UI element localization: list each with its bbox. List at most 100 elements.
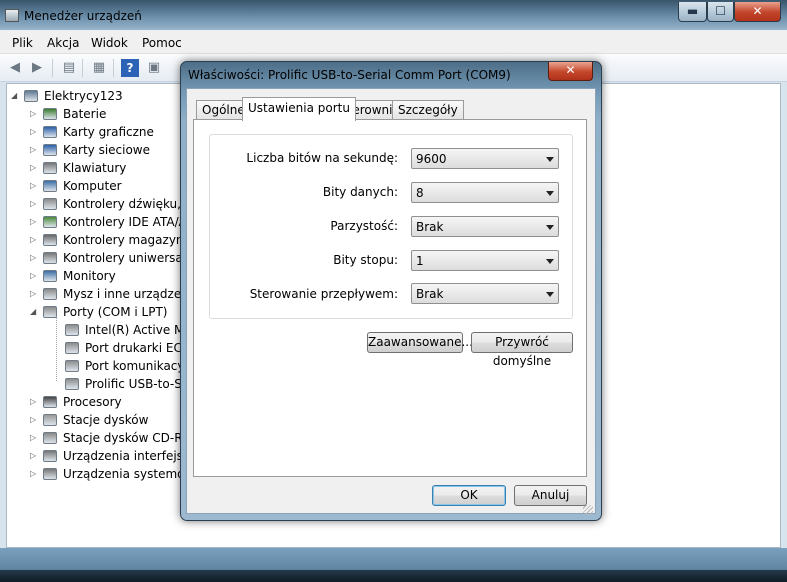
device-category-icon: [43, 198, 57, 210]
tree-port-3[interactable]: Prolific USB-to-Se: [49, 375, 189, 393]
tree-category-10[interactable]: ▷ Mysz i inne urządzeni: [30, 285, 193, 303]
tree-item-label: Kontrolery magazynu: [63, 233, 192, 247]
data-bits-value: 8: [416, 186, 424, 200]
menu-view[interactable]: Widok: [91, 36, 128, 50]
advanced-button[interactable]: Zaawansowane...: [367, 332, 473, 353]
tab-details[interactable]: Szczegóły: [392, 100, 464, 120]
device-manager-app-icon: [5, 9, 19, 22]
close-button[interactable]: ✕: [734, 2, 781, 22]
device-category-icon: [43, 306, 57, 318]
tree-item-label: Monitory: [63, 269, 116, 283]
tree-category-16[interactable]: ▷ Urządzenia systemow: [30, 465, 194, 483]
data-bits-select[interactable]: 8: [411, 182, 559, 203]
serial-port-icon: [65, 360, 79, 372]
expand-arrow-icon[interactable]: ▷: [30, 141, 40, 159]
expand-arrow-icon[interactable]: ▷: [30, 249, 40, 267]
device-category-icon: [43, 234, 57, 246]
maximize-button[interactable]: ☐: [707, 2, 734, 22]
tree-category-14[interactable]: ▷ Stacje dysków CD-RO: [30, 429, 192, 447]
tree-item-label: Port komunikacyj: [85, 359, 188, 373]
back-arrow-icon[interactable]: ◀: [6, 59, 24, 77]
stop-bits-label: Bity stopu:: [333, 253, 398, 267]
resize-grip[interactable]: [583, 505, 593, 515]
tree-category-7[interactable]: ▷ Kontrolery magazynu: [30, 231, 192, 249]
tree-item-label: Procesory: [63, 395, 122, 409]
expand-arrow-icon[interactable]: ▷: [30, 123, 40, 141]
expand-arrow-icon[interactable]: ▷: [30, 393, 40, 411]
tree-item-label: Intel(R) Active Ma: [85, 323, 192, 337]
dialog-title: Właściwości: Prolific USB-to-Serial Comm…: [188, 68, 511, 82]
cancel-button[interactable]: Anuluj: [514, 485, 587, 506]
bits-per-second-select[interactable]: 9600: [411, 148, 559, 169]
menu-action[interactable]: Akcja: [47, 36, 79, 50]
forward-arrow-icon[interactable]: ▶: [28, 59, 46, 77]
restore-defaults-button[interactable]: Przywróć domyślne: [471, 332, 573, 368]
expand-arrow-icon[interactable]: ▷: [30, 465, 40, 483]
expand-arrow-icon[interactable]: ▷: [30, 447, 40, 465]
flow-control-select[interactable]: Brak: [411, 283, 559, 304]
expand-arrow-icon[interactable]: ▷: [30, 429, 40, 447]
tree-item-label: Karty graficzne: [63, 125, 154, 139]
expand-arrow-icon[interactable]: ▷: [30, 411, 40, 429]
tree-category-13[interactable]: ▷ Stacje dysków: [30, 411, 190, 429]
expand-arrow-icon[interactable]: ▷: [30, 177, 40, 195]
collapse-arrow-icon[interactable]: ◢: [11, 87, 21, 105]
tree-item-label: Klawiatury: [63, 161, 127, 175]
toolbar-separator: [52, 59, 53, 77]
tree-item-label: Kontrolery dźwięku, w: [63, 197, 195, 211]
expand-arrow-icon[interactable]: ▷: [30, 105, 40, 123]
tree-category-5[interactable]: ▷ Kontrolery dźwięku, w: [30, 195, 195, 213]
tree-port-2[interactable]: Port komunikacyj: [49, 357, 188, 375]
tree-category-11[interactable]: ◢ Porty (COM i LPT): [30, 303, 190, 321]
tree-item-label: Prolific USB-to-Se: [85, 377, 190, 391]
tree-port-0[interactable]: Intel(R) Active Ma: [49, 321, 192, 339]
expand-arrow-icon[interactable]: ▷: [30, 285, 40, 303]
tree-category-1[interactable]: ▷ Karty graficzne: [30, 123, 190, 141]
dialog-close-button[interactable]: ✕: [548, 62, 593, 81]
serial-port-icon: [65, 342, 79, 354]
update-driver-icon[interactable]: ▣: [145, 59, 163, 77]
tree-item-label: Kontrolery uniwersaln: [63, 251, 194, 265]
ok-button[interactable]: OK: [432, 485, 506, 506]
tree-category-4[interactable]: ▷ Komputer: [30, 177, 190, 195]
chevron-down-icon: [546, 225, 554, 230]
tree-item-label: Elektrycy123: [44, 89, 123, 103]
menu-help[interactable]: Pomoc: [142, 36, 182, 50]
expand-arrow-icon[interactable]: ▷: [30, 267, 40, 285]
tree-category-3[interactable]: ▷ Klawiatury: [30, 159, 190, 177]
expand-arrow-icon[interactable]: ▷: [30, 159, 40, 177]
help-icon[interactable]: ?: [121, 59, 139, 77]
menu-file[interactable]: Plik: [12, 36, 33, 50]
properties-icon[interactable]: ▦: [90, 59, 108, 77]
tree-item-label: Stacje dysków CD-RO: [63, 431, 192, 445]
main-titlebar[interactable]: Menedżer urządzeń ▬ ☐ ✕: [0, 0, 787, 30]
tree-view-icon[interactable]: ▤: [60, 59, 78, 77]
tree-category-2[interactable]: ▷ Karty sieciowe: [30, 141, 190, 159]
device-category-icon: [43, 126, 57, 138]
toolbar-separator: [113, 59, 114, 77]
tab-port-settings[interactable]: Ustawienia portu: [242, 97, 356, 121]
device-category-icon: [43, 108, 57, 120]
device-category-icon: [43, 270, 57, 282]
tree-port-1[interactable]: Port drukarki ECP: [49, 339, 189, 357]
tree-root-computer[interactable]: ◢ Elektrycy123: [11, 87, 171, 105]
bits-per-second-value: 9600: [416, 152, 447, 166]
tree-item-label: Port drukarki ECP: [85, 341, 190, 355]
tree-category-15[interactable]: ▷ Urządzenia interfejsu: [30, 447, 191, 465]
bits-per-second-label: Liczba bitów na sekundę:: [246, 151, 398, 165]
expand-arrow-icon[interactable]: ▷: [30, 195, 40, 213]
parity-select[interactable]: Brak: [411, 216, 559, 237]
tree-item-label: Urządzenia interfejsu: [63, 449, 191, 463]
expand-arrow-icon[interactable]: ▷: [30, 213, 40, 231]
stop-bits-select[interactable]: 1: [411, 250, 559, 271]
minimize-button[interactable]: ▬: [678, 2, 707, 22]
tree-category-6[interactable]: ▷ Kontrolery IDE ATA/A: [30, 213, 190, 231]
tree-category-9[interactable]: ▷ Monitory: [30, 267, 190, 285]
tree-category-12[interactable]: ▷ Procesory: [30, 393, 190, 411]
tree-item-label: Baterie: [63, 107, 107, 121]
tree-item-label: Mysz i inne urządzeni: [63, 287, 193, 301]
collapse-arrow-icon[interactable]: ◢: [30, 303, 40, 321]
tree-category-8[interactable]: ▷ Kontrolery uniwersaln: [30, 249, 194, 267]
expand-arrow-icon[interactable]: ▷: [30, 231, 40, 249]
tree-category-0[interactable]: ▷ Baterie: [30, 105, 190, 123]
